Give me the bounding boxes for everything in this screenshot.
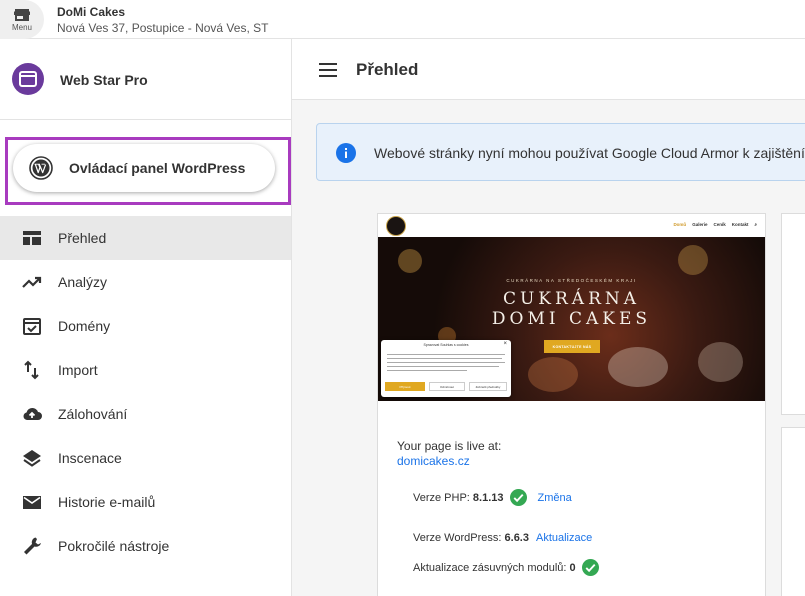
sidebar-item-label: Domény — [58, 318, 111, 334]
plugin-updates-row: Aktualizace zásuvných modulů: 0 — [413, 559, 599, 576]
sidebar-item-import[interactable]: Import — [0, 348, 291, 392]
storefront-icon — [14, 8, 30, 22]
preview-nav-link: Kontakt — [731, 222, 749, 227]
sidebar-item-historie-emailu[interactable]: Historie e-mailů — [0, 480, 291, 524]
trending-up-icon — [21, 271, 43, 293]
sidebar-item-label: Analýzy — [58, 274, 108, 290]
cookie-dialog-title: Spravovat Souhlas s cookies — [423, 343, 469, 347]
sidebar-item-pokrocile-nastroje[interactable]: Pokročilé nástroje — [0, 524, 291, 568]
business-address: Nová Ves 37, Postupice - Nová Ves, ST — [57, 21, 269, 35]
sidebar-item-inscenace[interactable]: Inscenace — [0, 436, 291, 480]
website-preview[interactable]: Domů Galerie Ceník Kontakt ⌕ CUKRÁRNA NA… — [378, 214, 765, 401]
check-circle-icon — [509, 489, 527, 506]
preview-hero-title: CUKRÁRNA — [502, 289, 641, 309]
sidebar-item-analyzy[interactable]: Analýzy — [0, 260, 291, 304]
sidebar-item-label: Inscenace — [58, 450, 122, 466]
sidebar-item-label: Zálohování — [58, 406, 128, 422]
wordpress-dashboard-button[interactable]: Ovládací panel WordPress — [13, 144, 275, 192]
plugin-updates-label: Aktualizace zásuvných modulů: — [413, 561, 567, 574]
main-header: Přehled — [292, 39, 805, 100]
php-version-value: 8.1.13 — [472, 491, 504, 504]
side-card — [781, 213, 805, 415]
preview-navbar: Domů Galerie Ceník Kontakt ⌕ — [378, 214, 765, 237]
preview-nav-link: Ceník — [713, 222, 726, 227]
menu-button[interactable]: Menu — [0, 0, 44, 39]
app-logo — [12, 63, 44, 95]
info-banner: Webové stránky nyní mohou používat Googl… — [316, 123, 805, 181]
import-arrows-icon — [21, 359, 43, 381]
cookie-prefs-button: Zobrazit předvolby — [469, 382, 507, 391]
preview-nav-link: Domů — [673, 222, 687, 227]
hamburger-menu-icon[interactable] — [319, 63, 337, 77]
wordpress-version-value: 6.6.3 — [504, 532, 529, 544]
preview-nav-link: Galerie — [692, 222, 708, 227]
email-icon — [21, 491, 43, 513]
page-title: Přehled — [356, 60, 419, 79]
preview-hero-subtitle: CUKRÁRNA NA STŘEDOČESKÉM KRAJI — [506, 278, 637, 283]
business-name: DoMi Cakes — [57, 5, 126, 19]
wordpress-update-link[interactable]: Aktualizace — [536, 532, 592, 544]
main-content: Přehled Webové stránky nyní mohou použív… — [292, 39, 805, 596]
sidebar-divider — [0, 119, 292, 120]
wordpress-button-label: Ovládací panel WordPress — [69, 160, 246, 176]
wordpress-version-label: Verze WordPress: — [413, 532, 502, 544]
menu-label: Menu — [11, 22, 32, 32]
sidebar-nav: Přehled Analýzy Domény Import Zálohování — [0, 216, 291, 568]
sidebar: Web Star Pro Ovládací panel WordPress Př… — [0, 39, 292, 596]
top-bar: Menu DoMi Cakes Nová Ves 37, Postupice -… — [0, 0, 805, 39]
wordpress-version-row: Verze WordPress: 6.6.3 Aktualizace — [413, 532, 592, 544]
preview-hero-title: DOMI CAKES — [491, 309, 652, 329]
dashboard-icon — [21, 227, 43, 249]
php-version-label: Verze PHP: — [413, 491, 470, 504]
php-version-row: Verze PHP: 8.1.13 Změna — [413, 489, 572, 506]
sidebar-item-zalohovani[interactable]: Zálohování — [0, 392, 291, 436]
preview-nav-links: Domů Galerie Ceník Kontakt ⌕ — [673, 222, 757, 227]
sidebar-item-label: Import — [58, 362, 98, 378]
info-banner-text: Webové stránky nyní mohou používat Googl… — [374, 145, 805, 161]
sidebar-item-label: Historie e-mailů — [58, 494, 156, 510]
preview-cta-button: KONTAKTUJTE NÁS — [544, 340, 600, 353]
plugin-updates-count: 0 — [569, 561, 576, 574]
preview-search-icon: ⌕ — [754, 222, 757, 227]
check-circle-icon — [581, 559, 599, 576]
cloud-upload-icon — [21, 403, 43, 425]
site-overview-card: Domů Galerie Ceník Kontakt ⌕ CUKRÁRNA NA… — [377, 213, 766, 596]
app-name: Web Star Pro — [60, 72, 148, 88]
live-url-link[interactable]: domicakes.cz — [397, 454, 470, 468]
calendar-check-icon — [21, 315, 43, 337]
sidebar-item-label: Přehled — [58, 230, 107, 246]
php-change-link[interactable]: Změna — [538, 492, 572, 504]
side-card — [781, 427, 805, 596]
cookie-reject-button: Odmítnout — [429, 382, 465, 391]
sidebar-item-domeny[interactable]: Domény — [0, 304, 291, 348]
close-icon: × — [503, 341, 507, 347]
wrench-icon — [21, 535, 43, 557]
cookie-accept-button: Přijmout — [385, 382, 425, 391]
layers-icon — [21, 447, 43, 469]
sidebar-item-prehled[interactable]: Přehled — [0, 216, 291, 260]
preview-cookie-dialog: Spravovat Souhlas s cookies × Přijmout O… — [381, 340, 511, 397]
info-icon — [336, 143, 356, 163]
sidebar-item-label: Pokročilé nástroje — [58, 538, 170, 554]
preview-logo — [386, 216, 406, 236]
wordpress-icon — [29, 156, 53, 180]
live-label: Your page is live at: — [397, 439, 502, 453]
